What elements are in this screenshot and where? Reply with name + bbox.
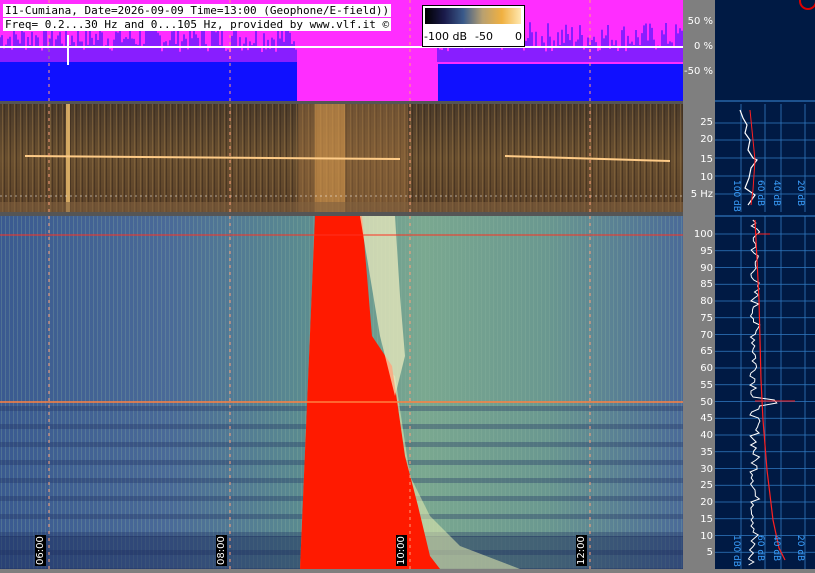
main-freq-tick: 80 xyxy=(700,296,713,307)
db-scale-label: 100 dB xyxy=(731,180,741,212)
color-scale-bar xyxy=(425,8,521,24)
legend-mid-label: -50 xyxy=(475,30,493,43)
main-freq-tick: 75 xyxy=(700,312,713,324)
frequency-info-line: Freq= 0.2...30 Hz and 0...105 Hz, provid… xyxy=(3,18,392,31)
main-freq-tick: 15 xyxy=(700,513,713,525)
db-scale-label: 60 dB xyxy=(755,180,765,207)
main-freq-tick: 5 xyxy=(706,547,713,559)
color-scale-legend: -100 dB -50 0 xyxy=(422,5,525,47)
db-scale-label: 40 dB xyxy=(771,180,781,207)
main-freq-tick: 25 xyxy=(700,480,713,492)
low-frequency-spectrogram-graph xyxy=(0,104,683,212)
main-freq-tick: 90 xyxy=(700,262,713,274)
main-freq-tick: 30 xyxy=(700,463,713,475)
main-freq-tick: 45 xyxy=(700,413,713,425)
low-freq-tick: 15 xyxy=(700,154,713,165)
legend-low-label: -100 dB xyxy=(424,30,467,43)
time-label: 06:00 xyxy=(35,535,46,566)
db-scale-label: 20 dB xyxy=(795,180,805,207)
main-freq-tick: 40 xyxy=(700,430,713,441)
waveform-tick: -50 % xyxy=(683,66,713,77)
main-freq-tick: 85 xyxy=(700,279,713,291)
main-freq-tick: 35 xyxy=(700,446,713,458)
main-freq-tick: 20 xyxy=(700,497,713,508)
frequency-axis: 50 % 0 % -50 % 25 20 15 10 5 Hz 100 95 90 8… xyxy=(683,0,715,569)
db-scale-label: 20 dB xyxy=(795,535,805,562)
spectrum-profile-graph xyxy=(715,100,815,569)
station-info-line: I1-Cumiana, Date=2026-09-09 Time=13:00 (… xyxy=(3,4,392,17)
time-label: 10:00 xyxy=(396,535,407,566)
main-freq-tick: 70 xyxy=(700,329,713,341)
time-label: 12:00 xyxy=(576,535,587,566)
db-scale-label: 60 dB xyxy=(755,535,765,562)
time-label: 08:00 xyxy=(216,535,227,566)
main-freq-tick: 55 xyxy=(700,379,713,391)
low-freq-tick: 10 xyxy=(700,172,713,183)
main-freq-tick: 60 xyxy=(700,363,713,374)
low-freq-tick: 25 xyxy=(700,117,713,128)
main-spectrogram xyxy=(0,216,683,569)
spectrogram-plot-area: I1-Cumiana, Date=2026-09-09 Time=13:00 (… xyxy=(0,0,683,569)
db-scale-label: 100 dB xyxy=(731,535,741,567)
main-freq-tick: 65 xyxy=(700,346,713,358)
main-freq-tick: 100 xyxy=(693,229,713,240)
db-scale-label: 40 dB xyxy=(771,535,781,562)
waveform-tick: 50 % xyxy=(687,16,713,27)
low-freq-tick: 5 Hz xyxy=(690,189,713,200)
low-freq-tick: 20 xyxy=(700,134,713,145)
low-frequency-spectrogram xyxy=(0,104,683,212)
spectrum-side-panel: 100 dB 60 dB 40 dB 20 dB 100 dB 60 dB 40… xyxy=(715,0,815,569)
main-freq-tick: 50 xyxy=(700,396,713,408)
main-freq-tick: 10 xyxy=(700,530,713,542)
main-spectrogram-graph xyxy=(0,216,683,569)
waveform-tick: 0 % xyxy=(693,41,713,52)
legend-high-label: 0 xyxy=(515,30,522,43)
main-freq-tick: 95 xyxy=(700,245,713,257)
